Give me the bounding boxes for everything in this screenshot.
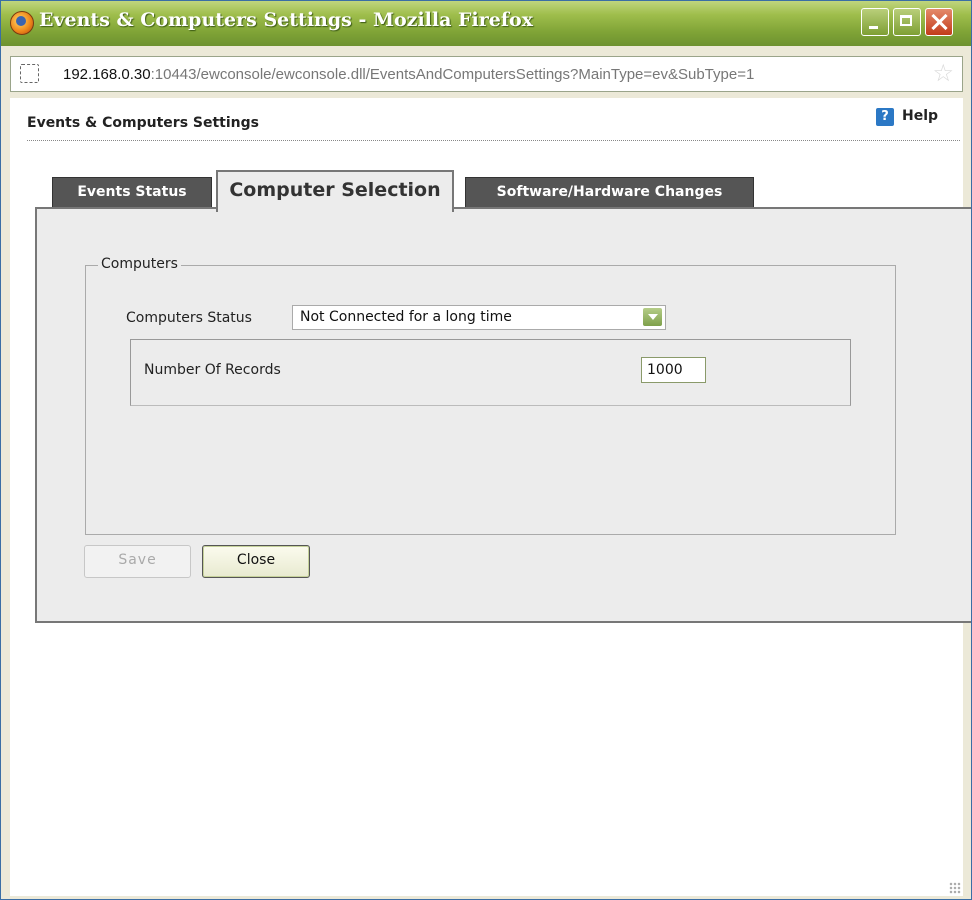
close-button[interactable]: Close <box>202 545 310 578</box>
number-of-records-label: Number Of Records <box>144 362 281 378</box>
computers-legend: Computers <box>98 256 181 272</box>
close-window-button[interactable] <box>925 8 953 36</box>
firefox-icon <box>10 11 34 35</box>
browser-window: Events & Computers Settings - Mozilla Fi… <box>0 0 972 900</box>
title-bar[interactable]: Events & Computers Settings - Mozilla Fi… <box>1 1 971 46</box>
number-of-records-input[interactable]: 1000 <box>641 357 706 383</box>
save-button[interactable]: Save <box>84 545 191 578</box>
help-label[interactable]: Help <box>902 108 938 124</box>
computers-status-select[interactable]: Not Connected for a long time <box>292 305 666 330</box>
url-path: :10443/ewconsole/ewconsole.dll/EventsAnd… <box>150 66 755 83</box>
url-text[interactable]: 192.168.0.30:10443/ewconsole/ewconsole.d… <box>63 66 754 83</box>
minimize-button[interactable] <box>861 8 889 36</box>
tab-software-hardware-changes[interactable]: Software/Hardware Changes <box>465 177 754 207</box>
resize-grip[interactable] <box>949 882 961 894</box>
bookmark-star-icon[interactable]: ☆ <box>932 61 954 85</box>
help-icon[interactable]: ? <box>876 108 894 126</box>
site-identity-icon[interactable] <box>20 64 39 83</box>
address-bar[interactable]: 192.168.0.30:10443/ewconsole/ewconsole.d… <box>10 56 963 92</box>
tab-computer-selection[interactable]: Computer Selection <box>216 170 454 212</box>
tab-events-status[interactable]: Events Status <box>52 177 212 207</box>
maximize-button[interactable] <box>893 8 921 36</box>
url-host: 192.168.0.30 <box>63 66 151 83</box>
window-title: Events & Computers Settings - Mozilla Fi… <box>39 9 534 31</box>
page-title: Events & Computers Settings <box>27 115 259 131</box>
computers-status-label: Computers Status <box>126 310 252 326</box>
page-content: Events & Computers Settings ? Help Event… <box>10 98 971 896</box>
computers-status-value: Not Connected for a long time <box>300 309 512 325</box>
title-divider <box>27 140 960 141</box>
chevron-down-icon[interactable] <box>643 308 662 326</box>
